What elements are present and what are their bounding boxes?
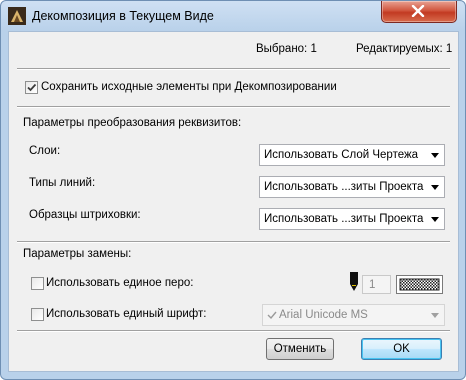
hatch-patterns-value: Использовать ...зиты Проекта bbox=[264, 213, 424, 225]
chevron-down-icon bbox=[431, 153, 439, 158]
layers-select[interactable]: Использовать Слой Чертежа bbox=[259, 144, 445, 166]
line-types-select[interactable]: Использовать ...зиты Проекта bbox=[259, 176, 445, 198]
replace-heading: Параметры замены: bbox=[23, 248, 132, 260]
single-pen-label[interactable]: Использовать единое перо: bbox=[46, 277, 193, 289]
chevron-down-icon bbox=[431, 313, 439, 318]
separator bbox=[17, 330, 450, 332]
hatch-patterns-select[interactable]: Использовать ...зиты Проекта bbox=[259, 208, 445, 230]
line-types-value: Использовать ...зиты Проекта bbox=[264, 181, 424, 193]
separator bbox=[17, 68, 450, 70]
line-types-label: Типы линий: bbox=[29, 177, 96, 189]
pen-number-field[interactable]: 1 bbox=[362, 275, 391, 294]
pen-icon bbox=[347, 272, 361, 292]
dialog-body: Выбрано: 1 Редактируемых: 1 Сохранить ис… bbox=[8, 31, 459, 372]
checkmark-icon bbox=[267, 310, 277, 323]
window-title: Декомпозиция в Текущем Виде bbox=[32, 9, 214, 23]
single-pen-checkbox[interactable] bbox=[31, 277, 44, 290]
single-font-label[interactable]: Использовать единый шрифт: bbox=[46, 308, 206, 320]
archicad-icon bbox=[8, 7, 26, 25]
title-bar[interactable]: Декомпозиция в Текущем Виде bbox=[1, 1, 465, 31]
chevron-down-icon bbox=[431, 217, 439, 222]
layers-label: Слои: bbox=[29, 145, 61, 157]
chevron-down-icon bbox=[431, 185, 439, 190]
selected-count: Выбрано: 1 bbox=[256, 43, 317, 55]
keep-originals-checkbox[interactable] bbox=[25, 81, 38, 94]
font-value: Arial Unicode MS bbox=[279, 309, 368, 321]
hatch-patterns-label: Образцы штриховки: bbox=[29, 209, 141, 221]
pen-number-value: 1 bbox=[369, 279, 376, 291]
keep-originals-label[interactable]: Сохранить исходные элементы при Декомпоз… bbox=[41, 81, 337, 93]
separator bbox=[17, 106, 450, 108]
close-button[interactable] bbox=[381, 1, 457, 23]
checkmark-icon bbox=[27, 83, 37, 92]
separator bbox=[17, 241, 450, 243]
close-icon bbox=[411, 5, 425, 17]
editable-count: Редактируемых: 1 bbox=[356, 43, 453, 55]
pen-pattern-swatch[interactable] bbox=[396, 275, 443, 294]
dialog-window: Декомпозиция в Текущем Виде Выбрано: 1 Р… bbox=[0, 0, 466, 380]
font-select[interactable]: Arial Unicode MS bbox=[262, 304, 445, 326]
ok-button[interactable]: OK bbox=[361, 338, 442, 360]
conversion-heading: Параметры преобразования реквизитов: bbox=[23, 117, 242, 129]
cancel-button[interactable]: Отменить bbox=[266, 338, 334, 360]
layers-value: Использовать Слой Чертежа bbox=[264, 149, 419, 161]
single-font-checkbox[interactable] bbox=[31, 308, 44, 321]
